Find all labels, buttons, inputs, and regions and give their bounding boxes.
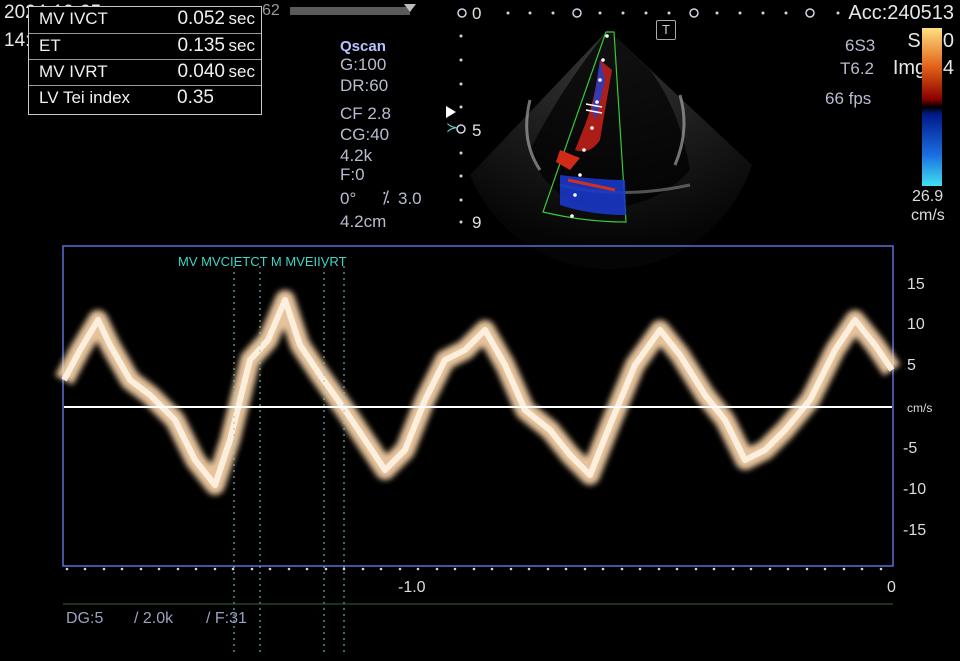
doppler-spectrum	[55, 290, 901, 495]
y-tick-10: 10	[907, 316, 925, 333]
depth-scale-dots	[456, 34, 466, 224]
y-tick-neg5: -5	[903, 440, 918, 457]
display-graphics	[55, 8, 942, 655]
footer-prf: / 2.0k	[134, 610, 174, 627]
y-tick-neg15: -15	[903, 522, 927, 539]
y-tick-5: 5	[907, 357, 916, 374]
footer-filter: / F:31	[206, 610, 247, 627]
time-axis-dots	[65, 567, 883, 571]
echo-sector-image	[470, 30, 752, 270]
color-velocity-bar	[922, 28, 942, 186]
top-scale-dots	[457, 8, 840, 18]
y-tick-neg10: -10	[903, 481, 927, 498]
caliper-labels: MV MVCIETCT M MVEIIVRT	[178, 254, 347, 269]
x-tick-0: 0	[887, 579, 896, 596]
x-tick-neg1: -1.0	[398, 579, 426, 596]
y-axis-unit: cm/s	[907, 401, 933, 415]
footer-dg: DG:5	[66, 610, 104, 627]
y-tick-15: 15	[907, 276, 925, 293]
